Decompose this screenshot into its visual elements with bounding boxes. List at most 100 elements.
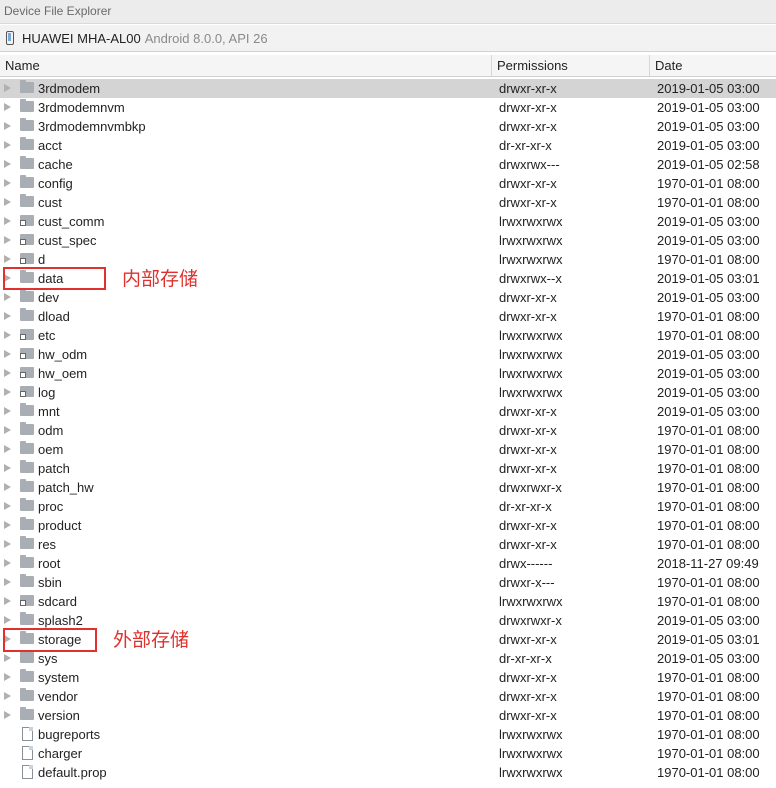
file-date: 2019-01-05 03:01 [657, 632, 760, 647]
expand-arrow-icon[interactable] [4, 597, 11, 605]
expand-arrow-icon[interactable] [4, 255, 11, 263]
expand-arrow-icon[interactable] [4, 426, 11, 434]
expand-arrow-icon[interactable] [4, 521, 11, 529]
file-name: proc [38, 499, 64, 514]
file-date: 1970-01-01 08:00 [657, 594, 760, 609]
folder-icon [20, 118, 34, 131]
file-row-proc[interactable]: proc dr-xr-xr-x 1970-01-01 08:00 [0, 497, 776, 516]
file-row-version[interactable]: version drwxr-xr-x 1970-01-01 08:00 [0, 706, 776, 725]
expand-arrow-icon[interactable] [4, 388, 11, 396]
expand-arrow-icon[interactable] [4, 122, 11, 130]
expand-arrow-icon[interactable] [4, 654, 11, 662]
expand-arrow-icon[interactable] [4, 673, 11, 681]
symlink-folder-icon [20, 595, 34, 606]
file-row-log[interactable]: log lrwxrwxrwx 2019-01-05 03:00 [0, 383, 776, 402]
file-row-cust-comm[interactable]: cust_comm lrwxrwxrwx 2019-01-05 03:00 [0, 212, 776, 231]
expand-arrow-icon[interactable] [4, 179, 11, 187]
file-date: 2019-01-05 03:00 [657, 100, 760, 115]
expand-arrow-icon[interactable] [4, 711, 11, 719]
device-version: Android 8.0.0, API 26 [144, 30, 268, 46]
file-date: 1970-01-01 08:00 [657, 423, 760, 438]
file-permissions: drwxrwxr-x [499, 480, 562, 495]
file-permissions: drwxrwx--- [499, 157, 560, 172]
file-row-dload[interactable]: dload drwxr-xr-x 1970-01-01 08:00 [0, 307, 776, 326]
expand-arrow-icon[interactable] [4, 331, 11, 339]
symlink-folder-icon [20, 329, 34, 340]
file-name: default.prop [38, 765, 107, 780]
expand-arrow-icon[interactable] [4, 445, 11, 453]
column-header-permissions[interactable]: Permissions [492, 55, 650, 76]
expand-arrow-icon[interactable] [4, 350, 11, 358]
device-selector[interactable]: HUAWEI MHA-AL00 Android 8.0.0, API 26 [0, 25, 776, 52]
file-permissions: dr-xr-xr-x [499, 138, 552, 153]
file-row-hw-odm[interactable]: hw_odm lrwxrwxrwx 2019-01-05 03:00 [0, 345, 776, 364]
file-row-bugreports[interactable]: bugreports lrwxrwxrwx 1970-01-01 08:00 [0, 725, 776, 744]
expand-arrow-icon[interactable] [4, 103, 11, 111]
column-header-name[interactable]: Name [0, 55, 492, 76]
file-row-odm[interactable]: odm drwxr-xr-x 1970-01-01 08:00 [0, 421, 776, 440]
file-row-res[interactable]: res drwxr-xr-x 1970-01-01 08:00 [0, 535, 776, 554]
file-row-cust[interactable]: cust drwxr-xr-x 1970-01-01 08:00 [0, 193, 776, 212]
file-row-charger[interactable]: charger lrwxrwxrwx 1970-01-01 08:00 [0, 744, 776, 763]
file-row-acct[interactable]: acct dr-xr-xr-x 2019-01-05 03:00 [0, 136, 776, 155]
expand-arrow-icon[interactable] [4, 692, 11, 700]
column-header-date[interactable]: Date [650, 55, 776, 76]
expand-arrow-icon[interactable] [4, 540, 11, 548]
expand-arrow-icon[interactable] [4, 312, 11, 320]
expand-arrow-icon[interactable] [4, 198, 11, 206]
file-row-3rdmodemnvmbkp[interactable]: 3rdmodemnvmbkp drwxr-xr-x 2019-01-05 03:00 [0, 117, 776, 136]
expand-arrow-icon[interactable] [4, 616, 11, 624]
expand-arrow-icon[interactable] [4, 483, 11, 491]
file-date: 2019-01-05 03:01 [657, 271, 760, 286]
expand-arrow-icon[interactable] [4, 464, 11, 472]
file-row-root[interactable]: root drwx------ 2018-11-27 09:49 [0, 554, 776, 573]
expand-arrow-icon[interactable] [4, 502, 11, 510]
expand-arrow-icon[interactable] [4, 141, 11, 149]
file-row-dev[interactable]: dev drwxr-xr-x 2019-01-05 03:00 [0, 288, 776, 307]
file-row-etc[interactable]: etc lrwxrwxrwx 1970-01-01 08:00 [0, 326, 776, 345]
file-row-data[interactable]: data drwxrwx--x 2019-01-05 03:01 [0, 269, 776, 288]
symlink-folder-icon [20, 386, 34, 397]
file-row-cache[interactable]: cache drwxrwx--- 2019-01-05 02:58 [0, 155, 776, 174]
file-name: hw_oem [38, 366, 88, 381]
file-row-vendor[interactable]: vendor drwxr-xr-x 1970-01-01 08:00 [0, 687, 776, 706]
file-row-product[interactable]: product drwxr-xr-x 1970-01-01 08:00 [0, 516, 776, 535]
file-row-cust-spec[interactable]: cust_spec lrwxrwxrwx 2019-01-05 03:00 [0, 231, 776, 250]
annotation-label: 外部存储 [113, 629, 190, 651]
file-permissions: drwxr-xr-x [499, 461, 557, 476]
file-permissions: drwxr-x--- [499, 575, 555, 590]
expand-arrow-icon[interactable] [4, 160, 11, 168]
folder-icon [20, 536, 34, 549]
file-row-sdcard[interactable]: sdcard lrwxrwxrwx 1970-01-01 08:00 [0, 592, 776, 611]
file-row-d[interactable]: d lrwxrwxrwx 1970-01-01 08:00 [0, 250, 776, 269]
expand-arrow-icon[interactable] [4, 578, 11, 586]
file-row-hw-oem[interactable]: hw_oem lrwxrwxrwx 2019-01-05 03:00 [0, 364, 776, 383]
file-row-3rdmodemnvm[interactable]: 3rdmodemnvm drwxr-xr-x 2019-01-05 03:00 [0, 98, 776, 117]
file-date: 2019-01-05 03:00 [657, 366, 760, 381]
file-row-config[interactable]: config drwxr-xr-x 1970-01-01 08:00 [0, 174, 776, 193]
file-date: 2019-01-05 03:00 [657, 347, 760, 362]
expand-arrow-icon[interactable] [4, 84, 11, 92]
file-date: 2019-01-05 03:00 [657, 233, 760, 248]
expand-arrow-icon[interactable] [4, 293, 11, 301]
file-date: 1970-01-01 08:00 [657, 518, 760, 533]
file-date: 2019-01-05 03:00 [657, 404, 760, 419]
file-permissions: drwxr-xr-x [499, 309, 557, 324]
folder-icon [20, 194, 34, 207]
file-row-system[interactable]: system drwxr-xr-x 1970-01-01 08:00 [0, 668, 776, 687]
file-row-patch-hw[interactable]: patch_hw drwxrwxr-x 1970-01-01 08:00 [0, 478, 776, 497]
expand-arrow-icon[interactable] [4, 236, 11, 244]
file-row-default-prop[interactable]: default.prop lrwxrwxrwx 1970-01-01 08:00 [0, 763, 776, 782]
file-name: patch [38, 461, 70, 476]
expand-arrow-icon[interactable] [4, 559, 11, 567]
file-row-mnt[interactable]: mnt drwxr-xr-x 2019-01-05 03:00 [0, 402, 776, 421]
expand-arrow-icon[interactable] [4, 217, 11, 225]
file-row-3rdmodem[interactable]: 3rdmodem drwxr-xr-x 2019-01-05 03:00 [0, 79, 776, 98]
file-row-patch[interactable]: patch drwxr-xr-x 1970-01-01 08:00 [0, 459, 776, 478]
expand-arrow-icon[interactable] [4, 369, 11, 377]
folder-icon [20, 99, 34, 112]
file-row-oem[interactable]: oem drwxr-xr-x 1970-01-01 08:00 [0, 440, 776, 459]
file-row-sbin[interactable]: sbin drwxr-x--- 1970-01-01 08:00 [0, 573, 776, 592]
expand-arrow-icon[interactable] [4, 407, 11, 415]
annotation-label: 内部存储 [122, 268, 199, 290]
